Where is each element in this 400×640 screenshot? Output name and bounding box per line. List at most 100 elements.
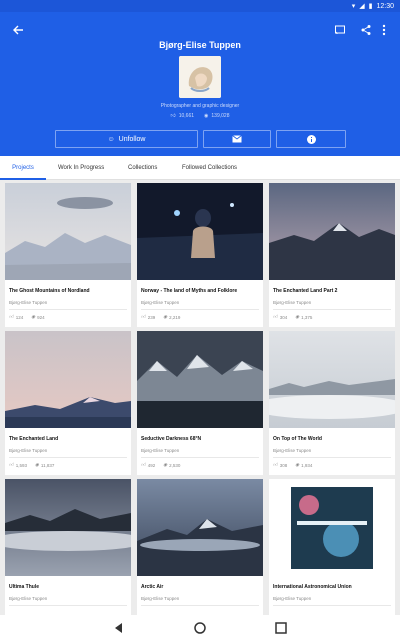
profile-stats: 👍︎ 10,661 ◉ 139,028: [0, 113, 400, 119]
project-owner: Bjørg-Elise Tuppen: [273, 300, 312, 305]
tab-work-in-progress[interactable]: Work In Progress: [58, 156, 104, 180]
project-card[interactable]: Ultima Thule Bjørg-Elise Tuppen: [5, 479, 131, 615]
message-button[interactable]: [203, 130, 271, 148]
more-vert-icon: [382, 24, 386, 36]
eye-icon: ◉: [295, 462, 300, 467]
tab-followed-collections[interactable]: Followed Collections: [182, 156, 237, 180]
recents-nav-icon[interactable]: [274, 621, 288, 635]
thumbs-up-icon: 👍︎: [170, 113, 176, 119]
project-card[interactable]: Arctic Air Bjørg-Elise Tuppen: [137, 479, 263, 615]
likes-count: 304: [279, 314, 288, 320]
project-thumbnail: [137, 183, 263, 280]
project-title: The Ghost Mountains of Nordland: [9, 288, 90, 294]
project-title: Arctic Air: [141, 584, 164, 590]
views-count: 139,028: [211, 113, 230, 119]
project-card[interactable]: Norway - The land of Myths and Folklore …: [137, 183, 263, 327]
views-count: 1,934: [301, 462, 313, 468]
project-stats: 👍︎ 239 ◉ 2,219: [141, 314, 180, 320]
project-title: The Enchanted Land: [9, 436, 59, 442]
thumbs-up-icon: 👍︎: [273, 314, 278, 319]
likes-count: 1,593: [15, 462, 27, 468]
eye-icon: ◉: [34, 462, 39, 467]
battery-icon: ▮: [368, 3, 373, 10]
views-count: 11,837: [40, 462, 55, 468]
thumbs-up-icon: 👍︎: [9, 462, 14, 467]
divider: [141, 457, 259, 458]
project-owner: Bjørg-Elise Tuppen: [141, 300, 180, 305]
divider: [9, 605, 127, 606]
project-title: International Astronomical Union: [273, 584, 352, 590]
eye-icon: ◉: [204, 113, 209, 119]
project-thumbnail: [269, 331, 395, 428]
project-thumbnail: [5, 183, 131, 280]
divider: [273, 309, 391, 310]
project-title: Seductive Darkness 68°N: [141, 436, 202, 442]
info-button[interactable]: [276, 130, 346, 148]
project-thumbnail: [269, 183, 395, 280]
project-owner: Bjørg-Elise Tuppen: [273, 448, 312, 453]
project-card[interactable]: On Top of The World Bjørg-Elise Tuppen 👍…: [269, 331, 395, 475]
project-owner: Bjørg-Elise Tuppen: [273, 596, 312, 601]
project-card[interactable]: The Enchanted Land Part 2 Bjørg-Elise Tu…: [269, 183, 395, 327]
signal-icon: ◢: [359, 3, 365, 10]
divider: [141, 605, 259, 606]
eye-icon: ◉: [163, 462, 168, 467]
project-card[interactable]: The Ghost Mountains of Nordland Bjørg-El…: [5, 183, 131, 327]
appreciations-count: 10,661: [178, 113, 195, 119]
profile-header: Bjørg-Elise Tuppen Photographer and grap…: [0, 12, 400, 156]
likes-count: 492: [147, 462, 156, 468]
project-title: The Enchanted Land Part 2: [273, 288, 338, 294]
project-title: On Top of The World: [273, 436, 322, 442]
avatar[interactable]: [179, 56, 221, 98]
profile-description: Photographer and graphic designer: [160, 103, 240, 109]
tab-bar: Projects Work In Progress Collections Fo…: [0, 156, 400, 180]
mail-icon: [232, 135, 242, 143]
person-remove-icon: ☺: [107, 135, 115, 143]
eye-icon: ◉: [31, 314, 36, 319]
profile-name: Bjørg-Elise Tuppen: [159, 40, 241, 50]
project-thumbnail: [5, 331, 131, 428]
avatar-illustration: [179, 56, 221, 98]
project-owner: Bjørg-Elise Tuppen: [141, 448, 180, 453]
unfollow-label: Unfollow: [118, 135, 146, 143]
project-card[interactable]: The Enchanted Land Bjørg-Elise Tuppen 👍︎…: [5, 331, 131, 475]
project-owner: Bjørg-Elise Tuppen: [9, 448, 48, 453]
share-icon: [361, 25, 371, 35]
project-owner: Bjørg-Elise Tuppen: [141, 596, 180, 601]
project-stats: 👍︎ 124 ◉ 924: [9, 314, 45, 320]
divider: [9, 309, 127, 310]
cast-button[interactable]: [330, 20, 350, 40]
views-count: 2,530: [169, 462, 181, 468]
project-grid: The Ghost Mountains of Nordland Bjørg-El…: [0, 183, 400, 615]
back-nav-icon[interactable]: [112, 621, 126, 635]
divider: [9, 457, 127, 458]
project-title: Ultima Thule: [9, 584, 40, 590]
system-navigation-bar: [0, 615, 400, 640]
thumbs-up-icon: 👍︎: [141, 462, 146, 467]
views-count: 1,375: [301, 314, 313, 320]
share-button[interactable]: [356, 20, 376, 40]
views-count: 2,219: [169, 314, 181, 320]
status-bar: ▾ ◢ ▮ 12:30: [0, 0, 400, 12]
info-icon: [306, 134, 316, 144]
views-count: 924: [37, 314, 45, 320]
project-stats: 👍︎ 492 ◉ 2,530: [141, 462, 180, 468]
home-nav-icon[interactable]: [193, 621, 207, 635]
project-thumbnail: [137, 479, 263, 576]
project-card[interactable]: Seductive Darkness 68°N Bjørg-Elise Tupp…: [137, 331, 263, 475]
unfollow-button[interactable]: ☺ Unfollow: [55, 130, 198, 148]
wifi-icon: ▾: [351, 3, 356, 10]
project-card[interactable]: International Astronomical Union Bjørg-E…: [269, 479, 395, 615]
back-button[interactable]: [8, 20, 28, 40]
thumbs-up-icon: 👍︎: [9, 314, 14, 319]
tab-collections[interactable]: Collections: [128, 156, 157, 180]
project-owner: Bjørg-Elise Tuppen: [9, 596, 48, 601]
project-title: Norway - The land of Myths and Folklore: [141, 288, 238, 294]
tab-projects[interactable]: Projects: [0, 156, 46, 180]
divider: [141, 309, 259, 310]
project-stats: 👍︎ 1,593 ◉ 11,837: [9, 462, 54, 468]
project-stats: 👍︎ 304 ◉ 1,375: [273, 314, 312, 320]
more-button[interactable]: [374, 20, 394, 40]
eye-icon: ◉: [163, 314, 168, 319]
divider: [273, 605, 391, 606]
